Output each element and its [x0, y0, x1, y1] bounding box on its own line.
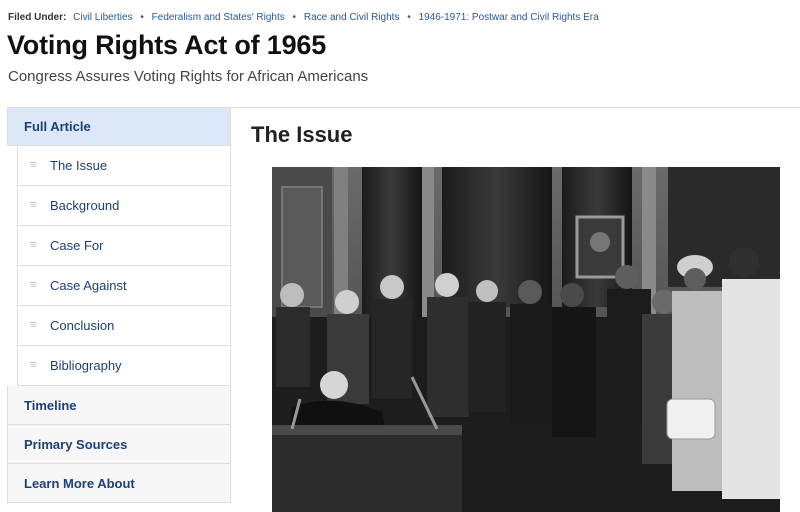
menu-lines-icon: ≡ — [30, 199, 37, 211]
nav-timeline[interactable]: Timeline — [7, 386, 231, 425]
topic-link-civil-liberties[interactable]: Civil Liberties — [73, 12, 132, 23]
nav-sub-bibliography[interactable]: ≡ Bibliography — [17, 346, 231, 386]
topic-separator: • — [407, 12, 411, 23]
topic-link-postwar-era[interactable]: 1946-1971: Postwar and Civil Rights Era — [419, 12, 599, 23]
nav-sub-background[interactable]: ≡ Background — [17, 186, 231, 226]
nav-sub-label: The Issue — [50, 158, 108, 173]
nav-learn-more[interactable]: Learn More About — [7, 464, 231, 503]
nav-sub-case-for[interactable]: ≡ Case For — [17, 226, 231, 266]
nav-learn-more-label: Learn More About — [24, 475, 135, 491]
menu-lines-icon: ≡ — [30, 239, 37, 251]
topic-link-race-civil-rights[interactable]: Race and Civil Rights — [304, 12, 400, 23]
page-title: Voting Rights Act of 1965 — [7, 30, 327, 60]
article-photo — [272, 167, 780, 512]
content-divider — [231, 107, 800, 108]
nav-sub-label: Case Against — [50, 278, 127, 293]
nav-timeline-label: Timeline — [24, 397, 77, 413]
menu-lines-icon: ≡ — [30, 359, 37, 371]
nav-primary-sources-label: Primary Sources — [24, 436, 128, 452]
article-sidebar-nav: Full Article ≡ The Issue ≡ Background ≡ … — [7, 107, 231, 503]
menu-lines-icon: ≡ — [30, 159, 37, 171]
nav-sub-label: Conclusion — [50, 318, 115, 333]
menu-lines-icon: ≡ — [30, 319, 37, 331]
nav-sub-the-issue[interactable]: ≡ The Issue — [17, 146, 231, 186]
filed-under-label: Filed Under: — [8, 12, 67, 23]
nav-primary-sources[interactable]: Primary Sources — [7, 425, 231, 464]
photo-illustration — [272, 167, 780, 512]
menu-lines-icon: ≡ — [30, 279, 37, 291]
page-subtitle: Congress Assures Voting Rights for Afric… — [8, 68, 369, 85]
nav-sub-label: Case For — [50, 238, 104, 253]
section-title: The Issue — [251, 122, 353, 147]
nav-sub-label: Bibliography — [50, 358, 122, 373]
nav-sub-label: Background — [50, 198, 120, 213]
nav-full-article-label: Full Article — [24, 119, 91, 134]
topic-separator: • — [292, 12, 297, 23]
filed-under-bar: Filed Under: Civil Liberties • Federalis… — [8, 12, 599, 23]
nav-sub-conclusion[interactable]: ≡ Conclusion — [17, 306, 231, 346]
topic-separator: • — [140, 12, 144, 23]
topic-link-federalism[interactable]: Federalism and States' Rights — [152, 12, 285, 23]
nav-sub-case-against[interactable]: ≡ Case Against — [17, 266, 231, 306]
nav-full-article[interactable]: Full Article — [7, 107, 231, 146]
